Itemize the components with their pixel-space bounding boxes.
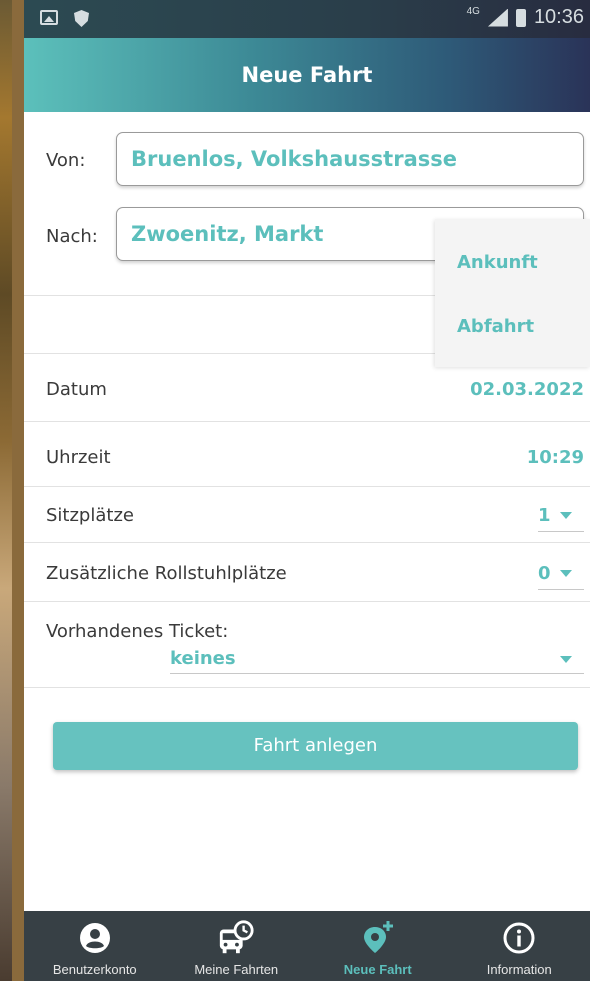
chevron-down-icon <box>560 512 572 519</box>
time-value[interactable]: 10:29 <box>527 447 584 468</box>
title-bar: Neue Fahrt <box>24 38 590 112</box>
nav-label: Information <box>486 962 552 977</box>
status-time: 10:36 <box>533 6 584 28</box>
create-ride-button[interactable]: Fahrt anlegen <box>53 722 578 770</box>
app-screen: 4G 10:36 Neue Fahrt Von: Bruenlos, Volks… <box>24 0 590 981</box>
from-field[interactable]: Bruenlos, Volkshausstrasse <box>116 132 584 186</box>
status-bar: 4G 10:36 <box>24 0 590 38</box>
bottom-navigation: Benutzerkonto Meine Fahrten Neue Fahrt I… <box>24 911 590 981</box>
divider <box>24 486 590 487</box>
date-label: Datum <box>46 379 107 400</box>
menu-item-arrival[interactable]: Ankunft <box>457 252 538 273</box>
dropdown-underline <box>170 673 584 674</box>
to-label: Nach: <box>46 226 98 247</box>
arrival-departure-menu: Ankunft Abfahrt <box>435 219 590 367</box>
divider <box>24 421 590 422</box>
dropdown-underline <box>538 531 584 532</box>
network-type: 4G <box>466 6 480 17</box>
divider <box>24 542 590 543</box>
seats-label: Sitzplätze <box>46 505 134 526</box>
signal-icon <box>487 8 508 27</box>
menu-item-departure[interactable]: Abfahrt <box>457 316 534 337</box>
date-value[interactable]: 02.03.2022 <box>470 379 584 400</box>
chevron-down-icon <box>560 656 572 663</box>
page-title: Neue Fahrt <box>241 63 373 87</box>
info-icon <box>500 920 538 956</box>
shield-notification-icon <box>74 10 89 27</box>
location-add-icon <box>359 920 397 956</box>
time-label: Uhrzeit <box>46 447 111 468</box>
wheelchair-label: Zusätzliche Rollstuhlplätze <box>46 563 287 584</box>
from-label: Von: <box>46 150 86 171</box>
dropdown-underline <box>538 589 584 590</box>
nav-label: Meine Fahrten <box>194 962 279 977</box>
nav-account[interactable]: Benutzerkonto <box>24 911 166 981</box>
nav-new-ride[interactable]: Neue Fahrt <box>307 911 449 981</box>
image-notification-icon <box>40 10 58 25</box>
nav-label: Benutzerkonto <box>52 962 137 977</box>
wheelchair-value: 0 <box>538 563 551 584</box>
nav-label: Neue Fahrt <box>343 962 412 977</box>
ticket-value: keines <box>170 648 236 669</box>
background-photo-left <box>0 0 12 981</box>
chevron-down-icon <box>560 570 572 577</box>
seats-value: 1 <box>538 505 551 526</box>
account-icon <box>76 920 114 956</box>
divider <box>24 687 590 688</box>
battery-icon <box>515 8 526 27</box>
divider <box>24 601 590 602</box>
nav-information[interactable]: Information <box>449 911 590 981</box>
nav-my-rides[interactable]: Meine Fahrten <box>166 911 308 981</box>
ticket-label: Vorhandenes Ticket: <box>46 621 229 642</box>
bus-clock-icon <box>217 920 255 956</box>
